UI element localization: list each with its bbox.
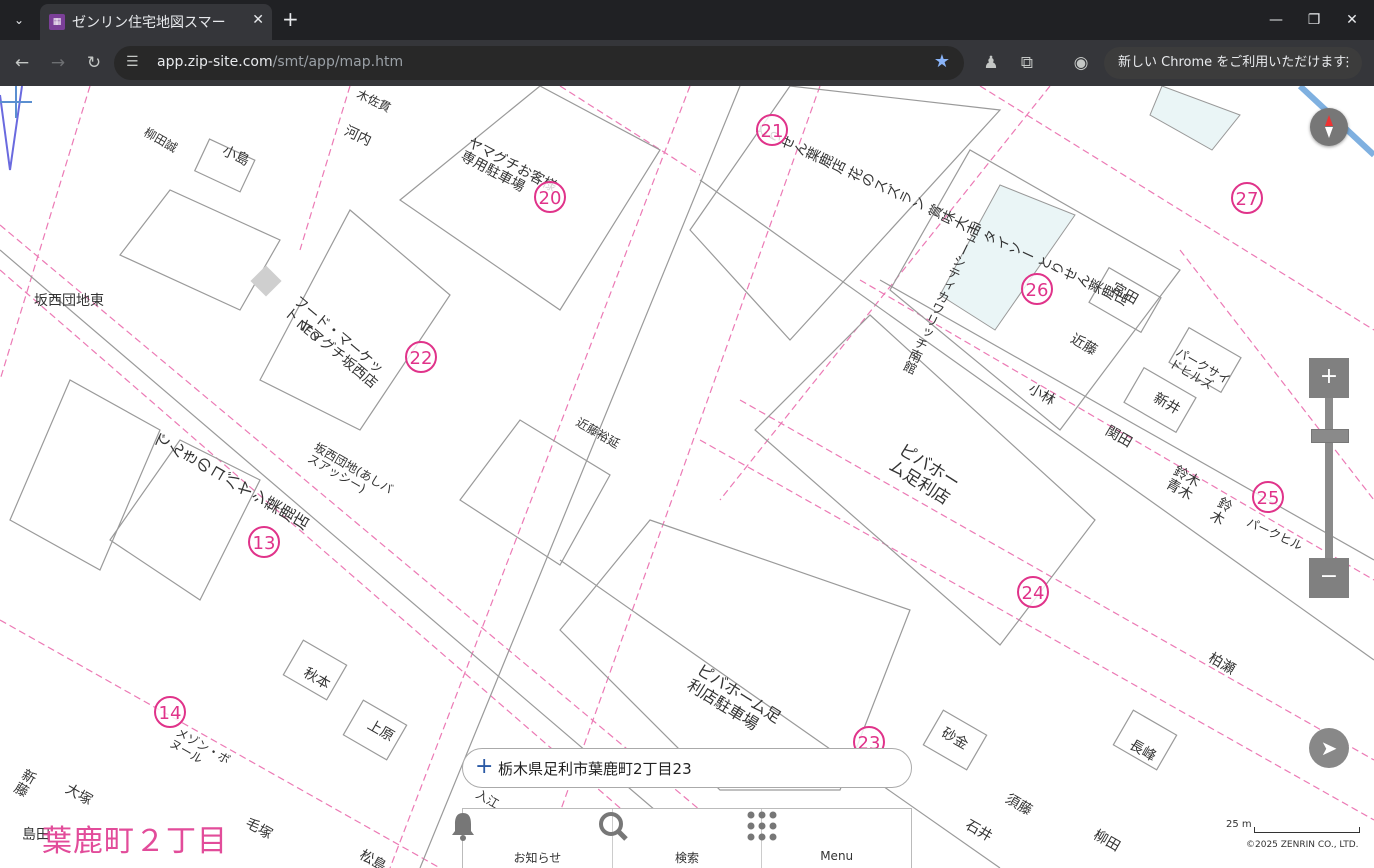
- block-number: 25: [1252, 481, 1284, 513]
- url-text: app.zip-site.com/smt/app/map.htm: [157, 54, 403, 70]
- scale-bar-graphic: [1254, 827, 1360, 833]
- bottom-nav: お知らせ 検索 Menu: [452, 808, 912, 868]
- scale-label: 25 m: [1226, 819, 1252, 830]
- block-number: 27: [1231, 182, 1263, 214]
- chevron-down-icon[interactable]: ⌄: [6, 8, 32, 32]
- map-label: 坂西団地東: [34, 293, 104, 309]
- compass-icon[interactable]: [1310, 108, 1348, 146]
- zenrin-favicon-icon: ▦: [49, 14, 65, 30]
- map-canvas[interactable]: 柳田誠 小島 河内 木佐貫 ヤマグチお客様専用駐車場 とりせん葉鹿店 花のスズラ…: [0, 86, 1374, 868]
- block-number: 26: [1021, 273, 1053, 305]
- zoom-out-button[interactable]: −: [1309, 558, 1349, 598]
- address-text: 栃木県足利市葉鹿町2丁目23: [498, 760, 692, 778]
- address-display[interactable]: + 栃木県足利市葉鹿町2丁目23: [462, 748, 912, 788]
- block-number: 20: [534, 181, 566, 213]
- grid-menu-icon: [747, 811, 777, 841]
- more-vert-icon[interactable]: ⋮: [1341, 47, 1354, 79]
- plus-icon[interactable]: +: [282, 9, 299, 29]
- town-label: 葉鹿町２丁目: [42, 824, 228, 859]
- scale-bar: 25 m: [1226, 819, 1366, 833]
- window-close-icon[interactable]: ✕: [1341, 9, 1363, 31]
- block-number: 21: [756, 114, 788, 146]
- plus-icon: +: [475, 754, 494, 779]
- zoom-slider-thumb[interactable]: [1311, 429, 1349, 443]
- search-icon: [598, 812, 628, 841]
- nav-notifications[interactable]: お知らせ: [452, 809, 613, 868]
- copyright: ©2025 ZENRIN CO., LTD.: [1246, 840, 1359, 850]
- url-host: app.zip-site.com: [157, 54, 273, 70]
- nav-menu[interactable]: Menu: [747, 809, 911, 868]
- zoom-in-button[interactable]: +: [1309, 358, 1349, 398]
- block-number: 22: [405, 341, 437, 373]
- block-number: 14: [154, 696, 186, 728]
- crosshair-icon: [0, 86, 32, 118]
- tab-title: ゼンリン住宅地図スマー: [72, 15, 226, 31]
- zoom-slider-track[interactable]: [1325, 398, 1333, 558]
- nav-search[interactable]: 検索: [598, 809, 763, 868]
- chrome-update-button[interactable]: 新しい Chrome をご利用いただけます ⋮: [1104, 47, 1362, 79]
- extension-agent-icon[interactable]: ♟: [980, 52, 1002, 74]
- block-number: 24: [1017, 576, 1049, 608]
- close-icon[interactable]: ✕: [252, 12, 264, 28]
- update-label: 新しい Chrome をご利用いただけます: [1118, 55, 1347, 70]
- address-bar[interactable]: ☰ app.zip-site.com/smt/app/map.htm ★: [114, 46, 964, 80]
- arrow-right-icon[interactable]: →: [47, 52, 69, 74]
- navigation-arrow-icon[interactable]: ➤: [1309, 728, 1349, 768]
- reload-icon[interactable]: ↻: [83, 52, 105, 74]
- star-icon[interactable]: ★: [934, 51, 950, 72]
- puzzle-icon[interactable]: ⧉: [1016, 52, 1038, 74]
- url-path: /smt/app/map.htm: [272, 54, 404, 70]
- block-number: 13: [248, 526, 280, 558]
- minimize-icon[interactable]: —: [1265, 9, 1287, 31]
- browser-tab[interactable]: ▦ ゼンリン住宅地図スマー ✕: [40, 4, 272, 40]
- browser-tab-bar: ⌄ ▦ ゼンリン住宅地図スマー ✕ + — ❐ ✕: [0, 0, 1374, 40]
- profile-icon[interactable]: ◉: [1070, 52, 1092, 74]
- nav-label: お知らせ: [513, 851, 562, 865]
- site-info-icon[interactable]: ☰: [126, 54, 139, 70]
- bell-icon: [452, 813, 474, 841]
- arrow-left-icon[interactable]: ←: [11, 52, 33, 74]
- browser-toolbar: ← → ↻ ☰ app.zip-site.com/smt/app/map.htm…: [0, 40, 1374, 86]
- restore-icon[interactable]: ❐: [1303, 9, 1325, 31]
- nav-label: 検索: [675, 851, 700, 865]
- nav-label: Menu: [820, 849, 854, 863]
